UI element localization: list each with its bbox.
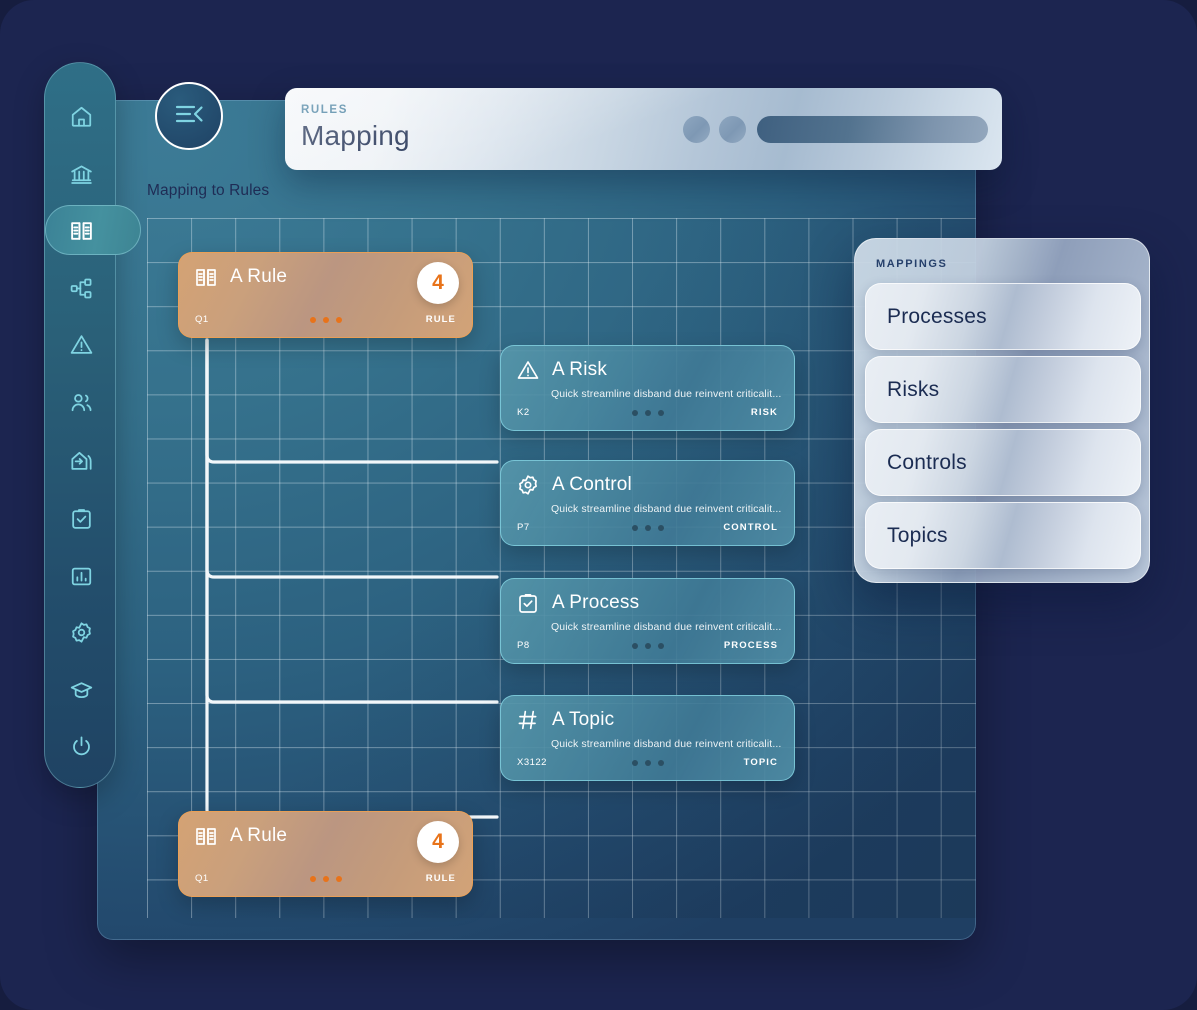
- node-card-rule-bottom[interactable]: A Rule 4 Q1 RULE: [178, 811, 473, 897]
- sidebar-item-risks[interactable]: [45, 321, 117, 367]
- header-search-pill[interactable]: [757, 116, 988, 143]
- power-icon: [69, 734, 94, 759]
- node-code: P8: [517, 640, 530, 651]
- node-title: A Topic: [552, 709, 615, 730]
- sidebar-item-import[interactable]: [45, 437, 117, 483]
- mapping-option-controls[interactable]: Controls: [865, 429, 1141, 496]
- node-dots-indicator[interactable]: [309, 317, 342, 323]
- node-type-label: TOPIC: [743, 757, 778, 768]
- sidebar-item-home[interactable]: [45, 93, 117, 139]
- node-dots-indicator[interactable]: [631, 643, 664, 649]
- book-icon: [194, 824, 218, 848]
- node-header: A Process: [516, 591, 639, 615]
- node-footer: K2 RISK: [501, 407, 794, 421]
- node-card-topic[interactable]: A Topic Quick streamline disband due rei…: [500, 695, 795, 781]
- import-house-icon: [69, 448, 94, 473]
- clipboard-check-icon: [516, 591, 540, 615]
- graduation-cap-icon: [69, 678, 94, 703]
- node-footer: Q1 RULE: [179, 873, 472, 887]
- node-card-process[interactable]: A Process Quick streamline disband due r…: [500, 578, 795, 664]
- node-header: A Topic: [516, 708, 614, 732]
- node-footer: P8 PROCESS: [501, 640, 794, 654]
- book-icon: [69, 218, 94, 243]
- node-code: Q1: [195, 873, 209, 884]
- node-type-label: RULE: [425, 314, 456, 325]
- network-icon: [69, 276, 94, 301]
- sidebar-item-institution[interactable]: [45, 151, 117, 197]
- node-card-rule-top[interactable]: A Rule 4 Q1 RULE: [178, 252, 473, 338]
- page-header: RULES Mapping: [285, 88, 1002, 170]
- node-card-control[interactable]: A Control Quick streamline disband due r…: [500, 460, 795, 546]
- mappings-panel: MAPPINGS Processes Risks Controls Topics: [854, 238, 1150, 583]
- node-title: A Rule: [230, 825, 288, 846]
- sidebar-item-settings[interactable]: [45, 609, 117, 655]
- node-header: A Control: [516, 473, 632, 497]
- users-icon: [69, 390, 94, 415]
- node-code: K2: [517, 407, 530, 418]
- mapping-option-topics[interactable]: Topics: [865, 502, 1141, 569]
- collapse-menu-icon: [174, 101, 204, 132]
- node-badge: 4: [417, 821, 459, 863]
- node-footer: Q1 RULE: [179, 314, 472, 328]
- node-type-label: PROCESS: [723, 640, 778, 651]
- hash-icon: [516, 708, 540, 732]
- sidebar-item-tasks[interactable]: [45, 495, 117, 541]
- sidebar-item-hierarchy[interactable]: [45, 265, 117, 311]
- sidebar-item-reports[interactable]: [45, 553, 117, 599]
- bar-chart-icon: [69, 564, 94, 589]
- warning-triangle-icon: [69, 332, 94, 357]
- node-footer: X3122 TOPIC: [501, 757, 794, 771]
- clipboard-check-icon: [69, 506, 94, 531]
- node-description: Quick streamline disband due reinvent cr…: [551, 388, 782, 400]
- node-header: A Rule: [194, 265, 287, 289]
- collapse-sidebar-button[interactable]: [155, 82, 223, 150]
- panel-caption: Mapping to Rules: [147, 182, 270, 199]
- header-kicker: RULES: [301, 104, 348, 116]
- node-title: A Control: [552, 474, 632, 495]
- node-code: X3122: [517, 757, 547, 768]
- node-type-label: RULE: [425, 873, 456, 884]
- node-code: P7: [517, 522, 530, 533]
- mapping-option-risks[interactable]: Risks: [865, 356, 1141, 423]
- gear-icon: [69, 620, 94, 645]
- node-title: A Rule: [230, 266, 288, 287]
- node-description: Quick streamline disband due reinvent cr…: [551, 621, 782, 633]
- node-footer: P7 CONTROL: [501, 522, 794, 536]
- node-type-label: CONTROL: [723, 522, 778, 533]
- header-action-circle-2[interactable]: [719, 116, 746, 143]
- node-card-risk[interactable]: A Risk Quick streamline disband due rein…: [500, 345, 795, 431]
- sidebar-item-people[interactable]: [45, 379, 117, 425]
- mapping-option-processes[interactable]: Processes: [865, 283, 1141, 350]
- node-dots-indicator[interactable]: [631, 760, 664, 766]
- book-icon: [194, 265, 218, 289]
- node-dots-indicator[interactable]: [631, 410, 664, 416]
- header-action-circle-1[interactable]: [683, 116, 710, 143]
- sidebar-item-rules[interactable]: [45, 205, 141, 255]
- node-header: A Risk: [516, 358, 607, 382]
- node-code: Q1: [195, 314, 209, 325]
- sidebar-item-learning[interactable]: [45, 667, 117, 713]
- node-header: A Rule: [194, 824, 287, 848]
- app-root: Mapping to Rules A Rule 4 Q1 RULE A Risk…: [0, 0, 1197, 1010]
- bank-icon: [69, 162, 94, 187]
- node-title: A Risk: [552, 359, 608, 380]
- node-title: A Process: [552, 592, 640, 613]
- mapping-canvas-panel: Mapping to Rules A Rule 4 Q1 RULE A Risk…: [97, 100, 976, 940]
- sidebar-item-logout[interactable]: [45, 723, 117, 769]
- node-description: Quick streamline disband due reinvent cr…: [551, 503, 782, 515]
- node-dots-indicator[interactable]: [631, 525, 664, 531]
- node-description: Quick streamline disband due reinvent cr…: [551, 738, 782, 750]
- node-type-label: RISK: [750, 407, 778, 418]
- page-title: Mapping: [301, 120, 410, 151]
- home-icon: [69, 104, 94, 129]
- node-badge: 4: [417, 262, 459, 304]
- gear-icon: [516, 473, 540, 497]
- warning-triangle-icon: [516, 358, 540, 382]
- node-dots-indicator[interactable]: [309, 876, 342, 882]
- mappings-panel-title: MAPPINGS: [876, 258, 948, 270]
- sidebar-nav: [44, 62, 141, 788]
